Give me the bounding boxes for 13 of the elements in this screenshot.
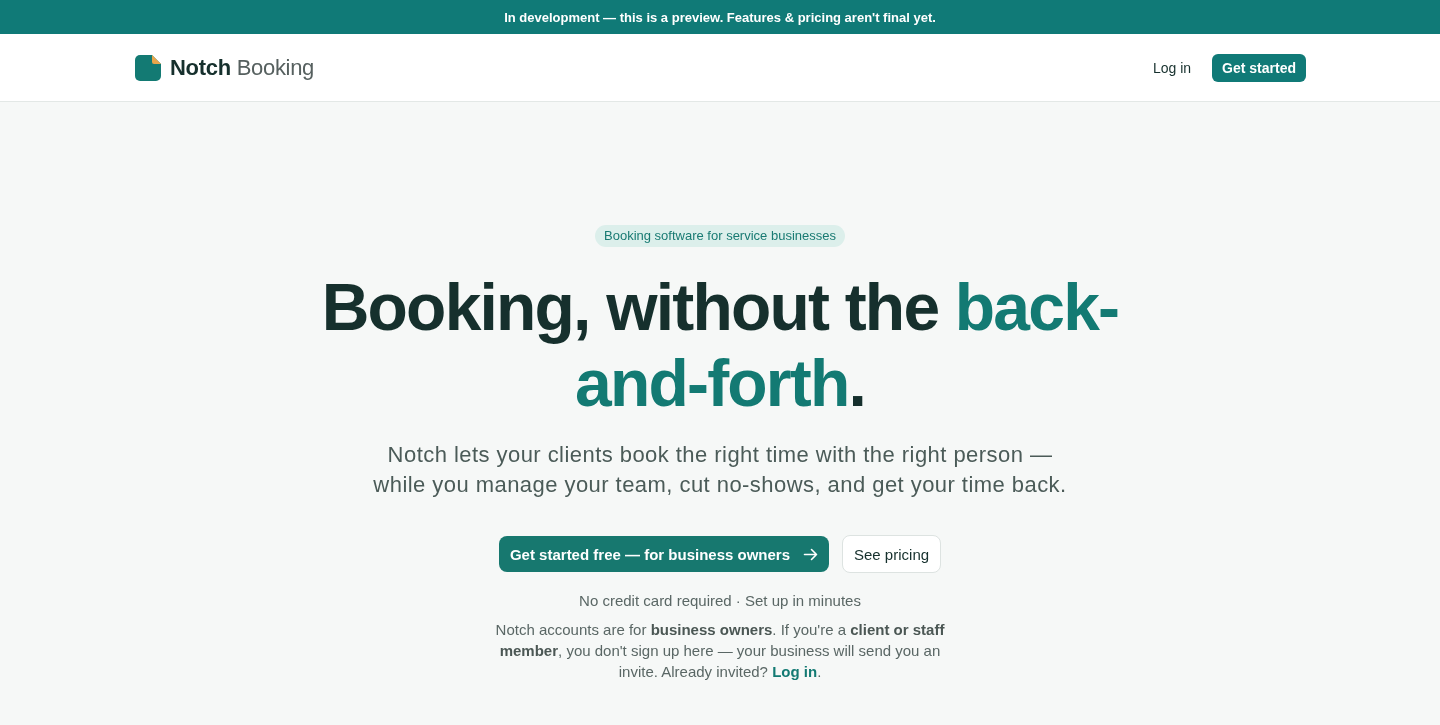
headline: Booking, without the back-and-forth. — [320, 269, 1120, 421]
login-link[interactable]: Log in — [1152, 55, 1192, 80]
brand-name: Notch Booking — [170, 54, 315, 81]
get-started-button[interactable]: Get started — [1212, 53, 1306, 82]
fine-print: No credit card required · Set up in minutes — [579, 592, 861, 609]
see-pricing-button[interactable]: See pricing — [842, 535, 942, 573]
category-badge: Booking software for service businesses — [595, 225, 845, 247]
account-note: Notch accounts are for business owners. If you're a client or staff member, you don't sign up here — your business will send you an invite. Already invited? Log in. — [494, 620, 946, 682]
get-started-free-button[interactable]: Get started free — for business owners — [498, 536, 829, 572]
logo-icon — [135, 54, 161, 81]
hero-subtitle: Notch lets your clients book the right time with the right person — while you manage your team, cut no-shows, and get your time back. — [372, 441, 1068, 499]
banner-text: In development — this is a preview. Features & pricing aren't final yet. — [504, 9, 936, 25]
brand-logo[interactable]: Notch Booking — [135, 54, 315, 81]
